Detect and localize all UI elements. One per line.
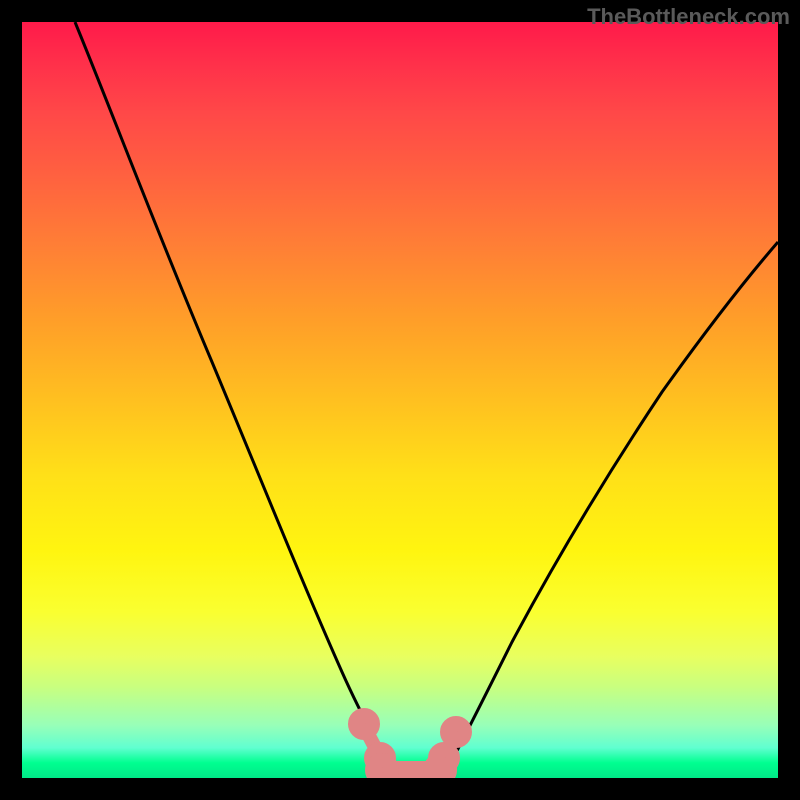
left-curve	[75, 22, 387, 762]
watermark-text: TheBottleneck.com	[587, 4, 790, 30]
right-curve	[450, 242, 778, 764]
chart-svg	[22, 22, 778, 778]
chart-area	[22, 22, 778, 778]
bottom-blob-group	[355, 715, 465, 778]
